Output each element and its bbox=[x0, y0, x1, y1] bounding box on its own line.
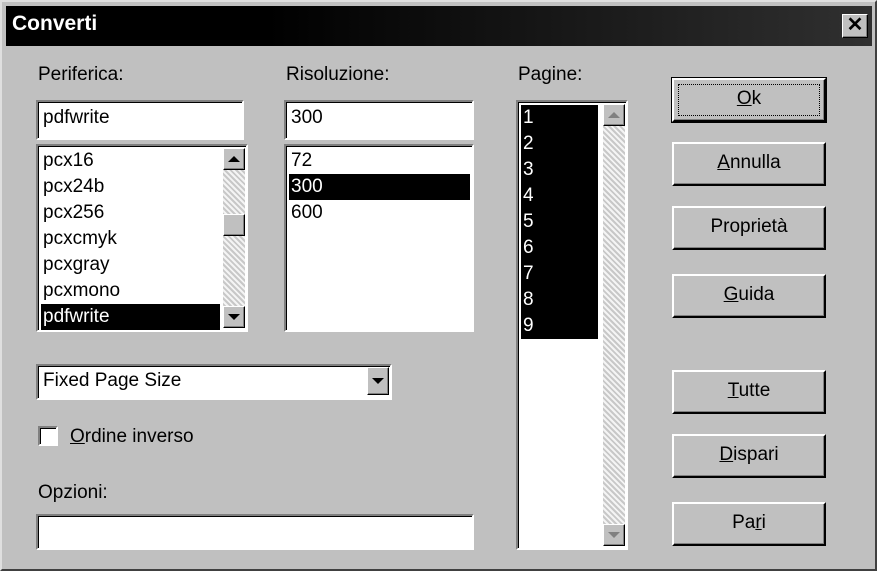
pages-listbox[interactable]: 1 2 3 4 5 6 7 8 9 bbox=[516, 100, 628, 550]
device-item[interactable]: pcx256 bbox=[41, 200, 220, 226]
device-input-value: pdfwrite bbox=[43, 107, 110, 128]
pages-scrollbar[interactable] bbox=[603, 104, 625, 546]
pages-label: Pagine: bbox=[518, 64, 583, 85]
all-button[interactable]: Tutte bbox=[672, 370, 826, 414]
device-item[interactable]: pcx16 bbox=[41, 148, 220, 174]
resolution-list-items: 72 300 600 bbox=[289, 148, 470, 226]
device-item-selected[interactable]: pdfwrite bbox=[41, 304, 220, 330]
even-text-pre: Pa bbox=[732, 512, 756, 533]
device-input[interactable]: pdfwrite bbox=[36, 100, 244, 140]
page-item[interactable]: 6 bbox=[521, 235, 598, 261]
page-item[interactable]: 4 bbox=[521, 183, 598, 209]
help-accel: G bbox=[723, 284, 739, 305]
page-item[interactable]: 5 bbox=[521, 209, 598, 235]
page-item[interactable]: 1 bbox=[521, 105, 598, 131]
device-item[interactable]: pcxmono bbox=[41, 278, 220, 304]
arrow-up-icon bbox=[608, 112, 620, 118]
options-label: Opzioni: bbox=[38, 482, 108, 503]
device-item[interactable]: pcxgray bbox=[41, 252, 220, 278]
device-listbox[interactable]: pcx16 pcx24b pcx256 pcxcmyk pcxgray pcxm… bbox=[36, 144, 248, 332]
cancel-accel: A bbox=[717, 152, 730, 173]
odd-button[interactable]: Dispari bbox=[672, 434, 826, 478]
device-list-items: pcx16 pcx24b pcx256 pcxcmyk pcxgray pcxm… bbox=[41, 148, 220, 330]
resolution-listbox[interactable]: 72 300 600 bbox=[284, 144, 474, 332]
device-scroll-thumb[interactable] bbox=[223, 214, 245, 236]
arrow-up-icon bbox=[228, 156, 240, 162]
chevron-down-icon bbox=[372, 378, 384, 384]
pages-scroll-up-button[interactable] bbox=[603, 104, 625, 126]
page-size-dropdown-button[interactable] bbox=[367, 367, 389, 395]
focus-rect bbox=[678, 84, 820, 116]
options-input[interactable] bbox=[36, 514, 474, 550]
reverse-order-checkbox[interactable] bbox=[38, 426, 58, 446]
odd-accel: D bbox=[719, 444, 734, 465]
device-scrollbar[interactable] bbox=[223, 148, 245, 328]
page-item[interactable]: 9 bbox=[521, 313, 598, 339]
arrow-down-icon bbox=[228, 314, 240, 320]
close-icon: ✕ bbox=[846, 14, 864, 36]
page-size-value: Fixed Page Size bbox=[43, 370, 182, 391]
resolution-item-selected[interactable]: 300 bbox=[289, 174, 470, 200]
resolution-input[interactable]: 300 bbox=[284, 100, 474, 140]
resolution-item[interactable]: 72 bbox=[289, 148, 470, 174]
odd-text: ispari bbox=[733, 444, 779, 465]
resolution-input-value: 300 bbox=[291, 107, 323, 128]
reverse-order-text: rdine inverso bbox=[84, 426, 194, 447]
all-text: utte bbox=[738, 380, 771, 401]
ok-button[interactable]: Ok bbox=[671, 77, 827, 123]
close-button[interactable]: ✕ bbox=[842, 14, 868, 38]
title-bar[interactable]: Converti ✕ bbox=[6, 6, 872, 46]
window-title: Converti bbox=[12, 12, 98, 35]
help-text: uida bbox=[738, 284, 775, 305]
pages-scroll-down-button[interactable] bbox=[603, 524, 625, 546]
page-item[interactable]: 7 bbox=[521, 261, 598, 287]
device-item[interactable]: pcxcmyk bbox=[41, 226, 220, 252]
all-accel: T bbox=[727, 380, 739, 401]
cancel-text: nnulla bbox=[729, 152, 781, 173]
even-text: i bbox=[761, 512, 766, 533]
properties-button[interactable]: Proprietà bbox=[672, 206, 826, 250]
page-size-combo[interactable]: Fixed Page Size bbox=[36, 364, 392, 400]
device-scroll-down-button[interactable] bbox=[223, 306, 245, 328]
resolution-label: Risoluzione: bbox=[286, 64, 390, 85]
pages-list-items: 1 2 3 4 5 6 7 8 9 bbox=[521, 105, 598, 339]
even-button[interactable]: Pari bbox=[672, 502, 826, 546]
convert-dialog: Converti ✕ Periferica: pdfwrite pcx16 pc… bbox=[0, 0, 877, 571]
page-item[interactable]: 2 bbox=[521, 131, 598, 157]
reverse-order-accel: O bbox=[70, 426, 85, 447]
device-scroll-up-button[interactable] bbox=[223, 148, 245, 170]
properties-text: Proprietà bbox=[710, 216, 788, 237]
page-item[interactable]: 3 bbox=[521, 157, 598, 183]
device-label: Periferica: bbox=[38, 64, 124, 85]
reverse-order-label[interactable]: Ordine inverso bbox=[70, 426, 194, 448]
device-item[interactable]: pcx24b bbox=[41, 174, 220, 200]
arrow-down-icon bbox=[608, 532, 620, 538]
page-item[interactable]: 8 bbox=[521, 287, 598, 313]
cancel-button[interactable]: Annulla bbox=[672, 142, 826, 186]
resolution-item[interactable]: 600 bbox=[289, 200, 470, 226]
help-button[interactable]: Guida bbox=[672, 274, 826, 318]
